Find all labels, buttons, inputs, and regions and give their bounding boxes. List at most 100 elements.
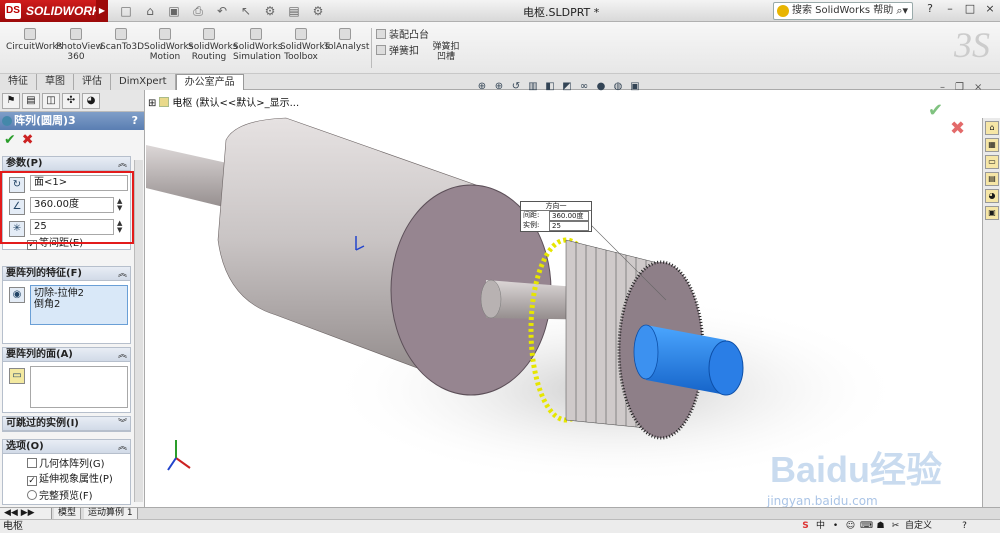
- callout-spacing-value[interactable]: 360.00度: [549, 211, 589, 221]
- coordinate-triad: [167, 440, 191, 471]
- view-settings-icon[interactable]: ▣: [628, 80, 642, 94]
- skip-group-header[interactable]: 可跳过的实例(I) ︾: [3, 417, 130, 431]
- custom-properties-icon[interactable]: ▣: [985, 206, 999, 220]
- callout-instances-row: 实例: 25: [521, 221, 591, 231]
- confirm-corner-ok-icon[interactable]: ✔: [928, 100, 943, 121]
- help-status-icon[interactable]: ?: [959, 521, 970, 532]
- status-tray: S 中 • ☺ ⌨ ☗ ✂ 自定义 ?: [800, 521, 970, 532]
- list-item[interactable]: 切除-拉伸2: [34, 288, 124, 299]
- mounting-boss-button[interactable]: 装配凸台: [376, 26, 429, 41]
- help-search-field[interactable]: 搜索 SolidWorks 帮助 ⌕▾: [773, 2, 913, 20]
- configuration-manager-icon[interactable]: ◫: [42, 93, 60, 109]
- callout-instances-value[interactable]: 25: [549, 221, 589, 231]
- help-button[interactable]: ?: [924, 2, 936, 15]
- faces-list[interactable]: [30, 366, 128, 408]
- tab-dimxpert[interactable]: DimXpert: [111, 74, 176, 90]
- file-properties-icon[interactable]: ▤: [286, 3, 302, 19]
- simulation-button[interactable]: SolidWorks Simulation: [233, 28, 282, 62]
- zoom-to-fit-icon[interactable]: ⊕: [475, 80, 489, 94]
- help-icon[interactable]: ?: [132, 112, 138, 130]
- scanto3d-button[interactable]: ScanTo3D: [100, 28, 144, 52]
- tab-features[interactable]: 特征: [0, 74, 37, 90]
- zoom-area-icon[interactable]: ⊕: [492, 80, 506, 94]
- panel-scrollbar[interactable]: [134, 160, 143, 502]
- tab-evaluate[interactable]: 评估: [74, 74, 111, 90]
- motion-button[interactable]: SolidWorks Motion: [144, 28, 193, 62]
- search-icon[interactable]: ⌕▾: [896, 3, 908, 19]
- options-icon[interactable]: ⚙: [310, 3, 326, 19]
- apply-scene-icon[interactable]: ◍: [611, 80, 625, 94]
- list-item[interactable]: 倒角2: [34, 299, 124, 310]
- flyout-tree-root[interactable]: ⊞ 电枢 (默认<<默认>_显示...: [148, 94, 299, 109]
- geometry-pattern-checkbox[interactable]: 几何体阵列(G): [27, 458, 105, 471]
- user-icon[interactable]: ☗: [875, 521, 886, 532]
- options-group-header[interactable]: 选项(O) ︽: [3, 440, 130, 454]
- full-preview-radio[interactable]: 完整预览(F): [27, 490, 93, 503]
- open-file-icon[interactable]: ⌂: [142, 3, 158, 19]
- keyboard-icon[interactable]: ⌨: [860, 521, 873, 532]
- cmd-label: TolAnalyst: [324, 42, 370, 52]
- viewport-restore-icon[interactable]: ❐: [955, 82, 964, 93]
- routing-button[interactable]: SolidWorks Routing: [188, 28, 237, 62]
- hide-show-icon[interactable]: ∞: [577, 80, 591, 94]
- view-orientation-icon[interactable]: ◧: [543, 80, 557, 94]
- document-title: 电枢.SLDPRT *: [523, 6, 600, 19]
- collapse-icon[interactable]: ︽: [118, 267, 127, 281]
- tab-sketch[interactable]: 草图: [37, 74, 74, 90]
- display-manager-icon[interactable]: ◕: [82, 93, 100, 109]
- cmd-label: CircuitWorks: [6, 42, 63, 52]
- appearances-icon[interactable]: ◕: [985, 189, 999, 203]
- custom-label[interactable]: 自定义: [905, 521, 955, 532]
- viewport-close-icon[interactable]: ×: [974, 82, 982, 93]
- print-icon[interactable]: ⎙: [190, 3, 206, 19]
- collapse-icon[interactable]: ︽: [118, 348, 127, 362]
- tab-office-products[interactable]: 办公室产品: [175, 74, 244, 91]
- viewport-minimize-icon[interactable]: –: [940, 82, 945, 93]
- ime-icon[interactable]: 中: [815, 521, 826, 532]
- feature-manager-icon[interactable]: ⚑: [2, 93, 20, 109]
- expand-icon[interactable]: ︾: [118, 417, 127, 431]
- previous-view-icon[interactable]: ↺: [509, 80, 523, 94]
- collapse-icon[interactable]: ︽: [118, 157, 127, 171]
- tools-icon[interactable]: ✂: [890, 521, 901, 532]
- close-button[interactable]: ×: [984, 2, 996, 15]
- undo-icon[interactable]: ↶: [214, 3, 230, 19]
- save-icon[interactable]: ▣: [166, 3, 182, 19]
- punctuation-icon[interactable]: •: [830, 521, 841, 532]
- dimxpert-manager-icon[interactable]: ✣: [62, 93, 80, 109]
- minimize-button[interactable]: –: [944, 2, 956, 15]
- sogou-icon[interactable]: S: [800, 521, 811, 532]
- edit-appearance-icon[interactable]: ●: [594, 80, 608, 94]
- faces-group-header[interactable]: 要阵列的面(A) ︽: [3, 348, 130, 362]
- snap-hook-button[interactable]: 弹簧扣: [376, 42, 419, 57]
- rebuild-icon[interactable]: ⚙: [262, 3, 278, 19]
- toolbox-button[interactable]: SolidWorks Toolbox: [280, 28, 329, 62]
- tolanalyst-button[interactable]: TolAnalyst: [324, 28, 370, 52]
- photoview-button[interactable]: PhotoView 360: [56, 28, 103, 62]
- ok-checkmark-icon[interactable]: ✔: [4, 132, 16, 148]
- snap-hook-groove-button[interactable]: 弹簧扣 凹槽: [428, 42, 464, 62]
- menu-expand-arrow-icon[interactable]: ▶: [96, 0, 108, 22]
- new-file-icon[interactable]: □: [118, 3, 134, 19]
- display-style-icon[interactable]: ◩: [560, 80, 574, 94]
- home-icon[interactable]: ⌂: [985, 121, 999, 135]
- features-list[interactable]: 切除-拉伸2 倒角2: [30, 285, 128, 325]
- propagate-visual-checkbox[interactable]: ✓ 延伸视象属性(P): [27, 474, 113, 486]
- circuitworks-button[interactable]: CircuitWorks: [6, 28, 62, 52]
- emoji-icon[interactable]: ☺: [845, 521, 856, 532]
- file-explorer-icon[interactable]: ▭: [985, 155, 999, 169]
- design-library-icon[interactable]: ▦: [985, 138, 999, 152]
- features-group-header[interactable]: 要阵列的特征(F) ︽: [3, 267, 130, 281]
- section-view-icon[interactable]: ▥: [526, 80, 540, 94]
- cancel-x-icon[interactable]: ✖: [22, 132, 34, 148]
- parameters-group-header[interactable]: 参数(P) ︽: [3, 157, 130, 171]
- expand-icon[interactable]: ⊞: [148, 98, 156, 109]
- maximize-button[interactable]: □: [964, 2, 976, 15]
- collapse-icon[interactable]: ︽: [118, 440, 127, 454]
- confirm-corner-cancel-icon[interactable]: ✖: [950, 118, 965, 139]
- solidworks-logo[interactable]: DS SOLIDWORKS: [0, 0, 109, 22]
- select-icon[interactable]: ↖: [238, 3, 254, 19]
- property-manager-icon[interactable]: ▤: [22, 93, 40, 109]
- view-palette-icon[interactable]: ▤: [985, 172, 999, 186]
- heads-up-view-toolbar: ⊕ ⊕ ↺ ▥ ◧ ◩ ∞ ● ◍ ▣: [475, 80, 642, 94]
